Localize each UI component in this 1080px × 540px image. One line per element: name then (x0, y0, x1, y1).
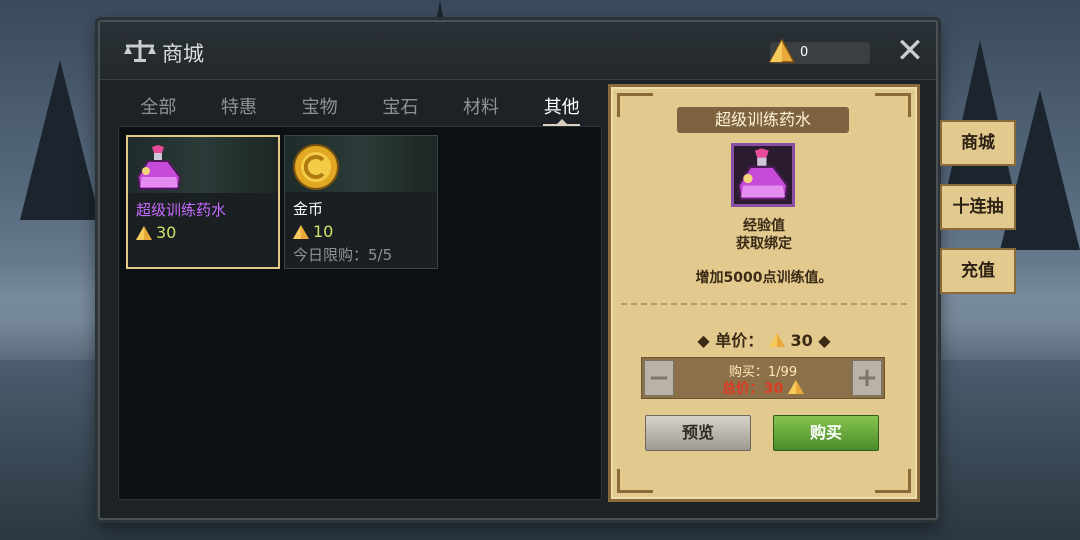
tab-special-offer[interactable]: 特惠 (199, 84, 280, 126)
item-name: 超级训练药水 (136, 201, 227, 219)
tab-gem[interactable]: 宝石 (360, 84, 441, 126)
side-button-recharge[interactable]: 充值 (940, 248, 1016, 294)
detail-title-bar: 超级训练药水 (677, 107, 849, 133)
tab-all[interactable]: 全部 (118, 84, 199, 126)
divider (621, 303, 907, 305)
scale-icon (124, 40, 156, 62)
shop-window: 商城 0 ✕ 全部 特惠 宝物 宝石 材料 其他 超级训练药水 30 金币 10… (98, 20, 938, 520)
triangle-gem-icon (293, 224, 309, 239)
total-price-text: 总价：30 (721, 381, 784, 397)
corner-ornament (617, 469, 653, 493)
item-name: 金币 (293, 200, 324, 218)
side-button-shop[interactable]: 商城 (940, 120, 1016, 166)
tab-other[interactable]: 其他 (521, 84, 602, 126)
unit-price-value: 30 (790, 331, 813, 350)
triangle-gem-icon (768, 38, 796, 63)
unit-price-label: ◆ 单价： (697, 331, 764, 350)
preview-button[interactable]: 预览 (645, 415, 751, 451)
item-price: 10 (293, 222, 333, 241)
item-description: 增加5000点训练值。 (695, 270, 833, 286)
plus-button[interactable]: + (852, 360, 882, 396)
detail-item-icon (731, 143, 795, 207)
unit-price-suffix: ◆ (818, 331, 831, 350)
item-card-gold-coin[interactable]: 金币 10 今日限购：5/5 (284, 135, 438, 269)
side-button-ten-draw[interactable]: 十连抽 (940, 184, 1016, 230)
triangle-gem-icon (136, 225, 152, 240)
currency-display: 0 (768, 38, 870, 64)
quantity-stepper: − 购买：1/99 总价：30 + (641, 357, 885, 399)
potion-icon (737, 148, 789, 201)
item-type: 经验值 (743, 218, 785, 234)
gold-coin-icon (293, 144, 339, 190)
corner-ornament (875, 469, 911, 493)
triangle-gem-icon (788, 380, 805, 394)
unit-price: ◆ 单价： 30 ◆ (611, 327, 917, 351)
item-card-training-potion[interactable]: 超级训练药水 30 (126, 135, 280, 269)
item-price-value: 30 (156, 223, 177, 242)
tab-material[interactable]: 材料 (441, 84, 522, 126)
item-price: 30 (136, 223, 176, 242)
item-list: 超级训练药水 30 金币 10 今日限购：5/5 (118, 126, 602, 500)
item-detail-panel: 超级训练药水 经验值 获取绑定 增加5000点训练值。 ◆ 单价： 30 ◆ −… (608, 84, 920, 502)
buy-button[interactable]: 购买 (773, 415, 879, 451)
tab-bar: 全部 特惠 宝物 宝石 材料 其他 (118, 84, 602, 126)
purchase-limit: 今日限购：5/5 (293, 246, 393, 264)
currency-value: 0 (800, 45, 809, 60)
item-price-value: 10 (313, 222, 334, 241)
detail-title: 超级训练药水 (714, 110, 811, 129)
corner-ornament (875, 93, 911, 117)
close-button[interactable]: ✕ (894, 34, 926, 68)
total-price: 总价：30 (642, 378, 884, 398)
window-header: 商城 0 ✕ (100, 22, 936, 80)
tab-treasure[interactable]: 宝物 (279, 84, 360, 126)
potion-icon (136, 145, 182, 190)
window-title: 商城 (162, 42, 204, 66)
triangle-gem-icon (768, 333, 785, 347)
corner-ornament (617, 93, 653, 117)
item-bind-status: 获取绑定 (736, 236, 792, 252)
